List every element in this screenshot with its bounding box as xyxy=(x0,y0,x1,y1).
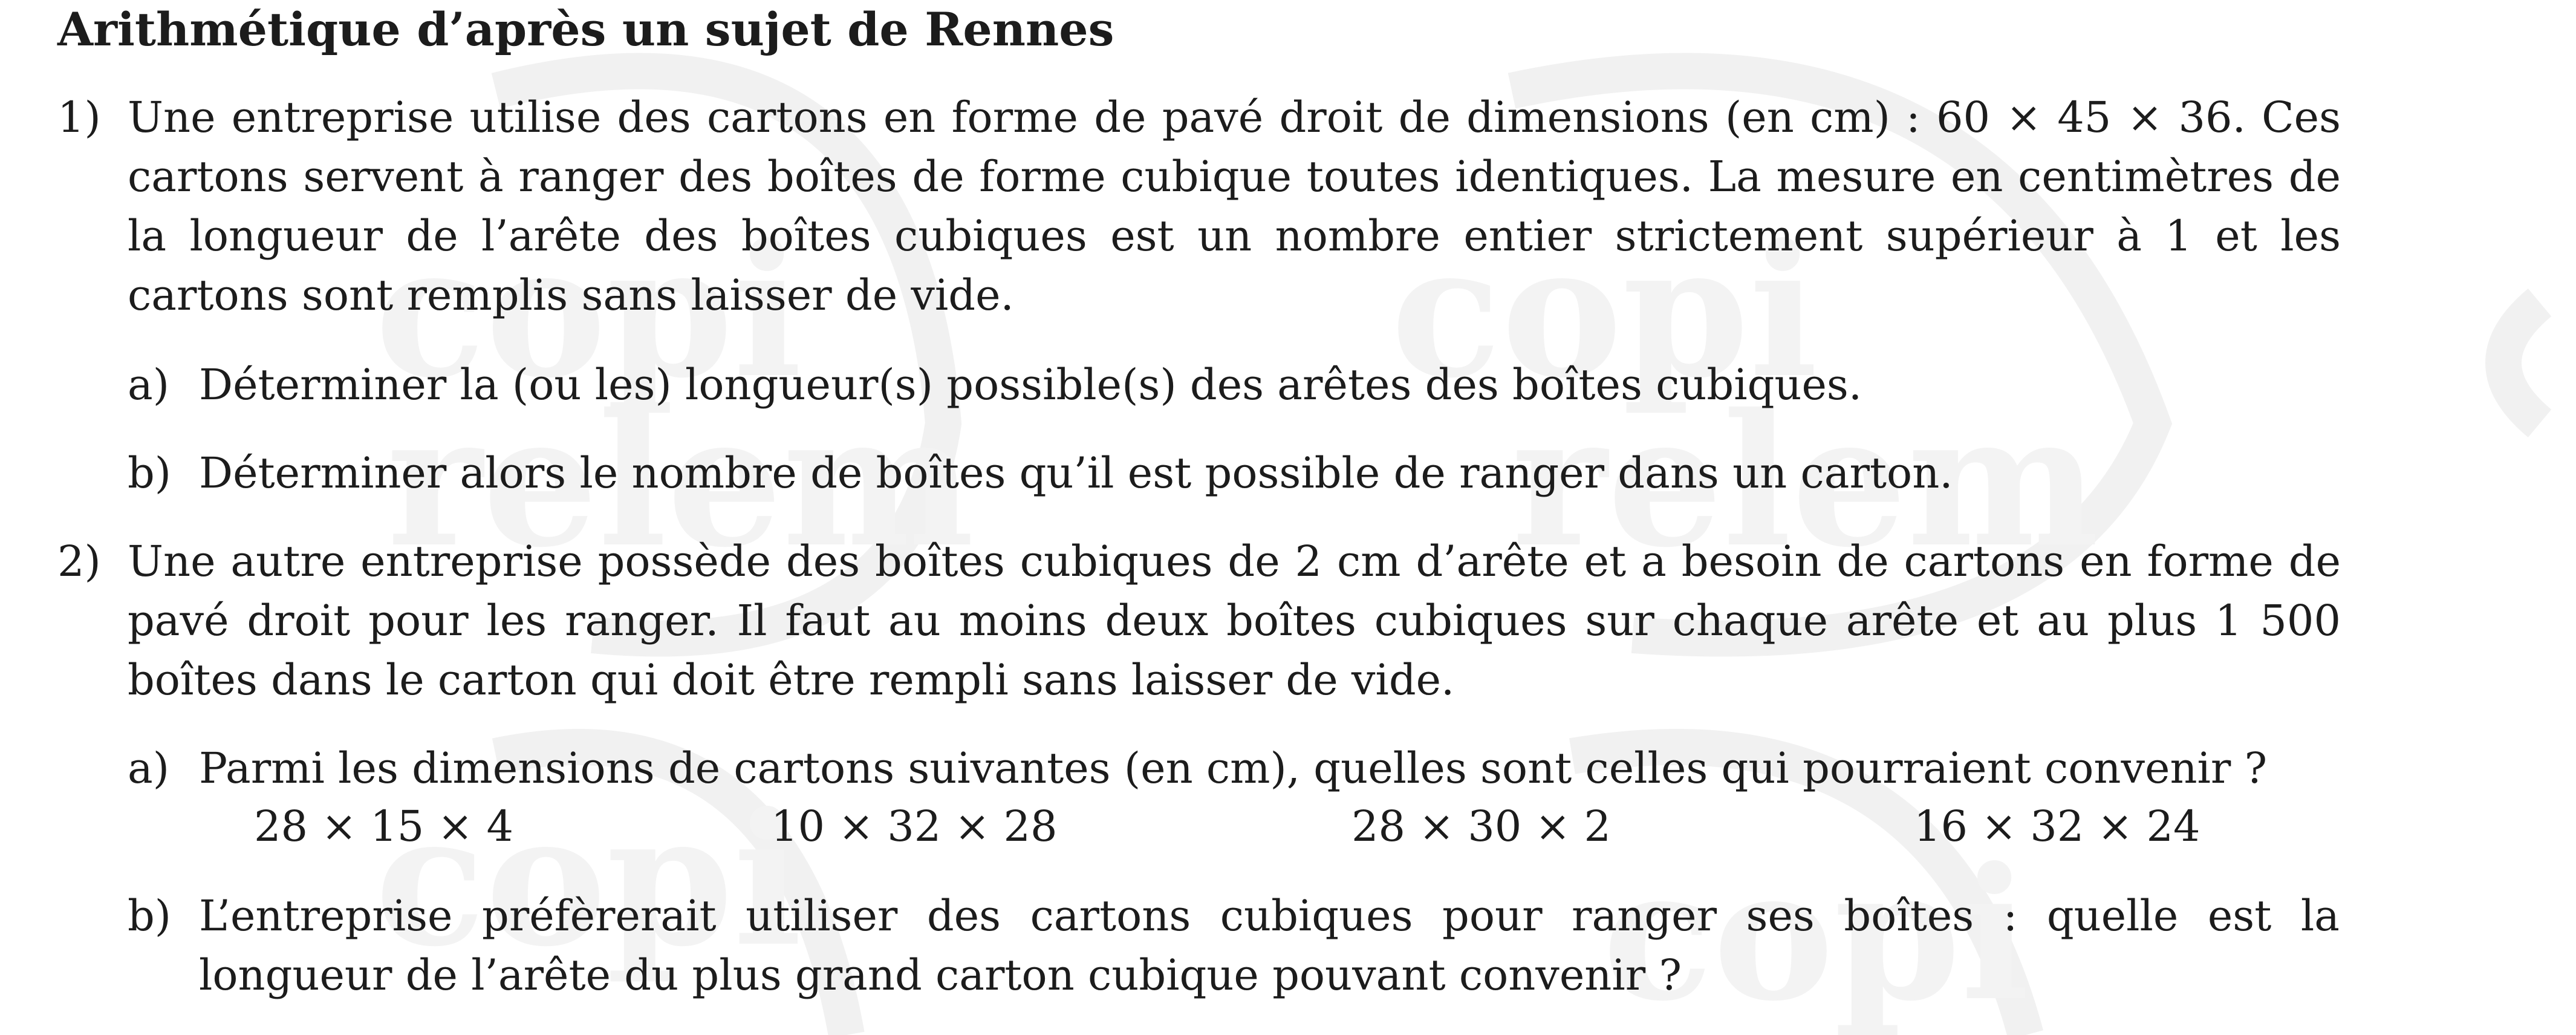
question-2b-label: b) xyxy=(128,891,172,941)
question-2-text: Une autre entreprise possède des boîtes … xyxy=(128,537,2341,705)
question-1-number: 1) xyxy=(57,93,101,142)
exercise-title: Arithmétique d’après un sujet de Rennes xyxy=(57,2,1114,56)
question-1a-text: Déterminer la (ou les) longueur(s) possi… xyxy=(199,360,1862,410)
dimension-option-1: 28 × 15 × 4 xyxy=(254,802,513,851)
question-1b-label: b) xyxy=(128,448,172,498)
question-2b-text: L’entreprise préfèrerait utiliser des ca… xyxy=(199,891,2340,1000)
question-2a-label: a) xyxy=(128,743,170,793)
dimension-option-4: 16 × 32 × 24 xyxy=(1914,802,2200,851)
dimension-option-3: 28 × 30 × 2 xyxy=(1351,802,1611,851)
question-1b-text: Déterminer alors le nombre de boîtes qu’… xyxy=(199,448,1953,498)
question-1a-label: a) xyxy=(128,360,170,410)
dimension-option-2: 10 × 32 × 28 xyxy=(771,802,1058,851)
question-1-text: Une entreprise utilise des cartons en fo… xyxy=(128,93,2341,320)
question-2a-text: Parmi les dimensions de cartons suivante… xyxy=(199,743,2268,793)
question-2-number: 2) xyxy=(57,537,101,586)
